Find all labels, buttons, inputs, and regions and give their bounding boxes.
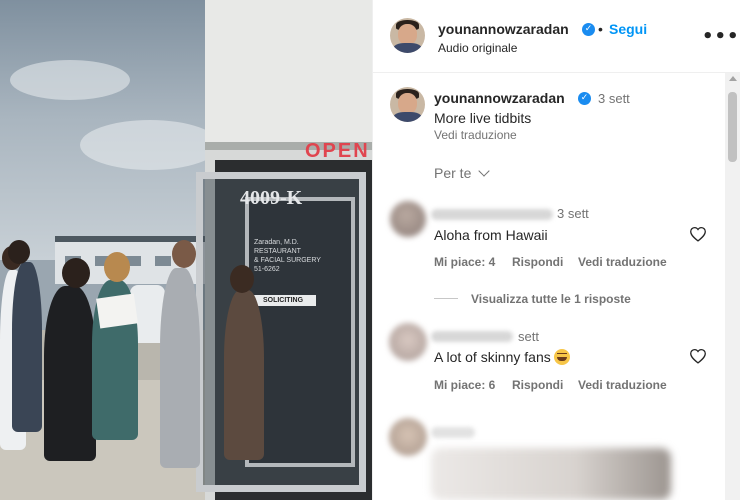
comment-time: sett: [518, 329, 539, 344]
post-media[interactable]: OPEN 4009-K Zaradan, M.D. RESTAURANT & F…: [0, 0, 372, 500]
comment-likes-count[interactable]: Mi piace: 4: [434, 255, 495, 269]
media-person-head: [62, 258, 90, 288]
chevron-down-icon[interactable]: [478, 165, 490, 177]
media-person-head: [230, 265, 254, 293]
commenter-avatar[interactable]: [389, 418, 427, 456]
media-person: [224, 290, 264, 460]
media-person: [160, 268, 200, 468]
media-door-sticker: SOLICITING: [250, 295, 316, 306]
comment-sort-dropdown[interactable]: Per te: [434, 165, 471, 181]
comment-reply-button[interactable]: Rispondi: [512, 378, 563, 392]
author-avatar[interactable]: [390, 18, 425, 53]
heart-outline-icon[interactable]: [689, 226, 707, 242]
media-cloud: [80, 120, 220, 170]
media-glass-door: [196, 172, 366, 492]
media-person-head: [172, 240, 196, 268]
audio-label[interactable]: Audio originale: [438, 41, 517, 55]
comment-text: A lot of skinny fans: [434, 349, 551, 365]
comment-reply-button[interactable]: Rispondi: [512, 255, 563, 269]
media-paper: [96, 293, 138, 329]
media-neon-sign: OPEN: [305, 140, 370, 162]
commenter-username[interactable]: [431, 209, 553, 220]
comment-text-wrapper: A lot of skinny fans: [434, 349, 570, 365]
media-door-sign: Zaradan, M.D. RESTAURANT & FACIAL SURGER…: [254, 239, 321, 273]
scroll-up-arrow-icon[interactable]: [729, 76, 737, 81]
media-door-number: 4009-K: [240, 187, 303, 209]
caption-time: 3 sett: [598, 91, 630, 106]
commenter-username[interactable]: [431, 427, 475, 438]
heart-outline-icon[interactable]: [689, 348, 707, 364]
post-header: younannowzaradan ✓ • Segui Audio origina…: [373, 0, 740, 73]
media-person-head: [8, 240, 30, 264]
laughing-face-icon: [553, 349, 570, 365]
comment-likes-count[interactable]: Mi piace: 6: [434, 378, 495, 392]
commenter-avatar[interactable]: [389, 323, 427, 361]
media-cloud: [10, 60, 130, 100]
comment-translate-link[interactable]: Vedi traduzione: [578, 255, 667, 269]
media-person: [44, 286, 96, 461]
scrollbar-thumb[interactable]: [728, 92, 737, 162]
post-side-panel: younannowzaradan ✓ • Segui Audio origina…: [372, 0, 740, 500]
caption-translate-link[interactable]: Vedi traduzione: [434, 128, 517, 142]
commenter-username[interactable]: [431, 331, 513, 342]
comment-attachment-blurred: [431, 448, 671, 500]
more-options-icon[interactable]: •••: [702, 26, 740, 47]
separator-dot: •: [598, 21, 603, 37]
media-person: [12, 262, 42, 432]
comment-translate-link[interactable]: Vedi traduzione: [578, 378, 667, 392]
caption-text: More live tidbits: [434, 110, 532, 126]
media-person-head: [104, 252, 130, 282]
caption-username[interactable]: younannowzaradan: [434, 90, 565, 106]
commenter-avatar[interactable]: [390, 201, 426, 237]
replies-divider: [434, 298, 458, 299]
comment-time: 3 sett: [557, 206, 589, 221]
author-username[interactable]: younannowzaradan: [438, 21, 569, 37]
verified-badge-icon: ✓: [578, 92, 591, 105]
follow-button[interactable]: Segui: [609, 21, 647, 37]
comment-text: Aloha from Hawaii: [434, 227, 548, 243]
caption-author-avatar[interactable]: [390, 87, 425, 122]
verified-badge-icon: ✓: [582, 23, 595, 36]
view-replies-button[interactable]: Visualizza tutte le 1 risposte: [471, 292, 631, 306]
